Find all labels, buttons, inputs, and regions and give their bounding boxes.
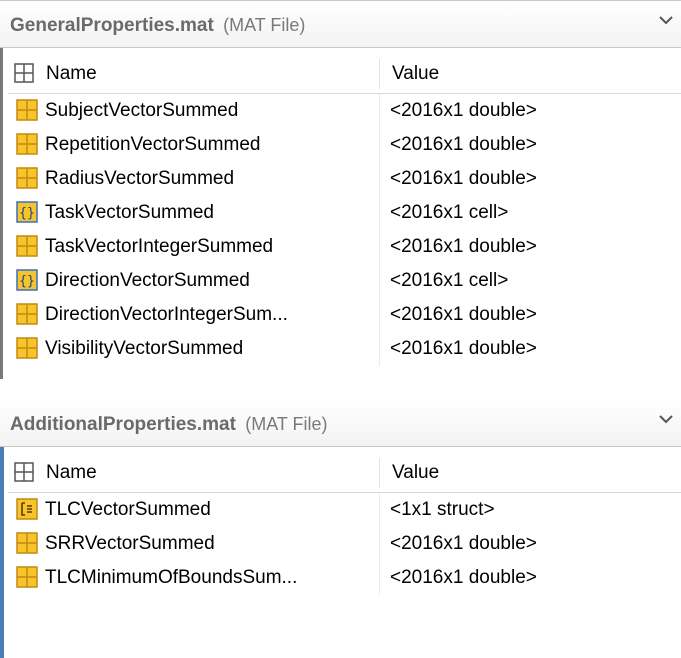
variable-name: TaskVectorIntegerSummed bbox=[45, 236, 274, 257]
cell-divider bbox=[379, 196, 380, 230]
grid-icon[interactable] bbox=[14, 63, 34, 83]
table-header: Name Value bbox=[8, 454, 681, 493]
file-name: GeneralProperties.mat bbox=[10, 15, 214, 36]
chevron-down-icon[interactable] bbox=[655, 11, 677, 29]
cell-divider bbox=[379, 332, 380, 366]
matrix-icon bbox=[16, 235, 38, 257]
variable-value: <2016x1 double> bbox=[390, 533, 537, 554]
table-row[interactable]: SRRVectorSummed <2016x1 double> bbox=[8, 527, 681, 561]
file-type: (MAT File) bbox=[245, 414, 328, 434]
cell-divider bbox=[379, 561, 380, 595]
column-header-name[interactable]: Name bbox=[46, 462, 97, 484]
variable-name: RadiusVectorSummed bbox=[45, 168, 235, 189]
variable-name: RepetitionVectorSummed bbox=[45, 134, 261, 155]
table-row[interactable]: {} DirectionVectorSummed <2016x1 cell> bbox=[8, 264, 681, 298]
cell-divider bbox=[379, 230, 380, 264]
variable-value: <2016x1 double> bbox=[390, 236, 537, 257]
svg-text:{}: {} bbox=[19, 206, 35, 221]
panel-left-border bbox=[0, 1, 3, 379]
table-row[interactable]: TLCMinimumOfBoundsSum... <2016x1 double> bbox=[8, 561, 681, 595]
variable-value: <2016x1 double> bbox=[390, 100, 537, 121]
table-row[interactable]: VisibilityVectorSummed <2016x1 double> bbox=[8, 332, 681, 366]
variable-name: DirectionVectorSummed bbox=[45, 270, 250, 291]
matrix-icon bbox=[16, 99, 38, 121]
panel-title: AdditionalProperties.mat (MAT File) bbox=[10, 414, 328, 436]
matrix-icon bbox=[16, 303, 38, 325]
variable-name: TLCVectorSummed bbox=[45, 499, 211, 520]
variable-name: TLCMinimumOfBoundsSum... bbox=[45, 567, 298, 588]
matrix-icon bbox=[16, 337, 38, 359]
column-header-value[interactable]: Value bbox=[392, 63, 439, 85]
table-rows: TLCVectorSummed <1x1 struct> SRRVectorSumm… bbox=[8, 493, 681, 595]
cell-icon: {} bbox=[16, 201, 38, 223]
variable-value: <2016x1 double> bbox=[390, 338, 537, 359]
variable-value: <2016x1 double> bbox=[390, 304, 537, 325]
column-divider[interactable] bbox=[379, 59, 380, 89]
workspace-panel-general-properties: GeneralProperties.mat (MAT File) Name Va… bbox=[0, 0, 681, 379]
file-type: (MAT File) bbox=[223, 15, 306, 35]
cell-divider bbox=[379, 264, 380, 298]
variables-table: Name Value SubjectVectorSummed <2016x1 do… bbox=[8, 55, 681, 366]
column-header-value[interactable]: Value bbox=[392, 462, 439, 484]
table-row[interactable]: SubjectVectorSummed <2016x1 double> bbox=[8, 94, 681, 128]
variable-name: SubjectVectorSummed bbox=[45, 100, 239, 121]
variable-name: TaskVectorSummed bbox=[45, 202, 214, 223]
matrix-icon bbox=[16, 566, 38, 588]
table-row[interactable]: RepetitionVectorSummed <2016x1 double> bbox=[8, 128, 681, 162]
cell-divider bbox=[379, 94, 380, 128]
cell-divider bbox=[379, 493, 380, 527]
variable-name: DirectionVectorIntegerSum... bbox=[45, 304, 288, 325]
table-row[interactable]: TaskVectorIntegerSummed <2016x1 double> bbox=[8, 230, 681, 264]
panel-title-bar[interactable]: GeneralProperties.mat (MAT File) bbox=[0, 1, 681, 48]
matrix-icon bbox=[16, 532, 38, 554]
grid-icon[interactable] bbox=[14, 462, 34, 482]
cell-divider bbox=[379, 128, 380, 162]
variable-value: <1x1 struct> bbox=[390, 499, 495, 520]
chevron-down-icon[interactable] bbox=[655, 410, 677, 428]
variable-value: <2016x1 double> bbox=[390, 134, 537, 155]
matrix-icon bbox=[16, 133, 38, 155]
table-row[interactable]: {} TaskVectorSummed <2016x1 cell> bbox=[8, 196, 681, 230]
table-row[interactable]: RadiusVectorSummed <2016x1 double> bbox=[8, 162, 681, 196]
cell-divider bbox=[379, 527, 380, 561]
variable-value: <2016x1 double> bbox=[390, 567, 537, 588]
cell-icon: {} bbox=[16, 269, 38, 291]
svg-text:{}: {} bbox=[19, 274, 35, 289]
panel-title: GeneralProperties.mat (MAT File) bbox=[10, 15, 305, 37]
panel-title-bar[interactable]: AdditionalProperties.mat (MAT File) bbox=[0, 400, 681, 447]
variable-value: <2016x1 cell> bbox=[390, 270, 509, 291]
matrix-icon bbox=[16, 167, 38, 189]
cell-divider bbox=[379, 298, 380, 332]
variable-name: SRRVectorSummed bbox=[45, 533, 215, 554]
variable-value: <2016x1 cell> bbox=[390, 202, 509, 223]
column-header-name[interactable]: Name bbox=[46, 63, 97, 85]
variable-value: <2016x1 double> bbox=[390, 168, 537, 189]
cell-divider bbox=[379, 162, 380, 196]
variables-table: Name Value TLCVectorSummed <1x1 struct> SR… bbox=[8, 454, 681, 595]
file-name: AdditionalProperties.mat bbox=[10, 414, 236, 435]
column-divider[interactable] bbox=[379, 458, 380, 488]
workspace-panel-additional-properties: AdditionalProperties.mat (MAT File) Name… bbox=[0, 400, 681, 658]
table-row[interactable]: DirectionVectorIntegerSum... <2016x1 doub… bbox=[8, 298, 681, 332]
variable-name: VisibilityVectorSummed bbox=[45, 338, 244, 359]
table-rows: SubjectVectorSummed <2016x1 double> Repeti… bbox=[8, 94, 681, 366]
struct-icon bbox=[16, 498, 38, 520]
table-row[interactable]: TLCVectorSummed <1x1 struct> bbox=[8, 493, 681, 527]
table-header: Name Value bbox=[8, 55, 681, 94]
